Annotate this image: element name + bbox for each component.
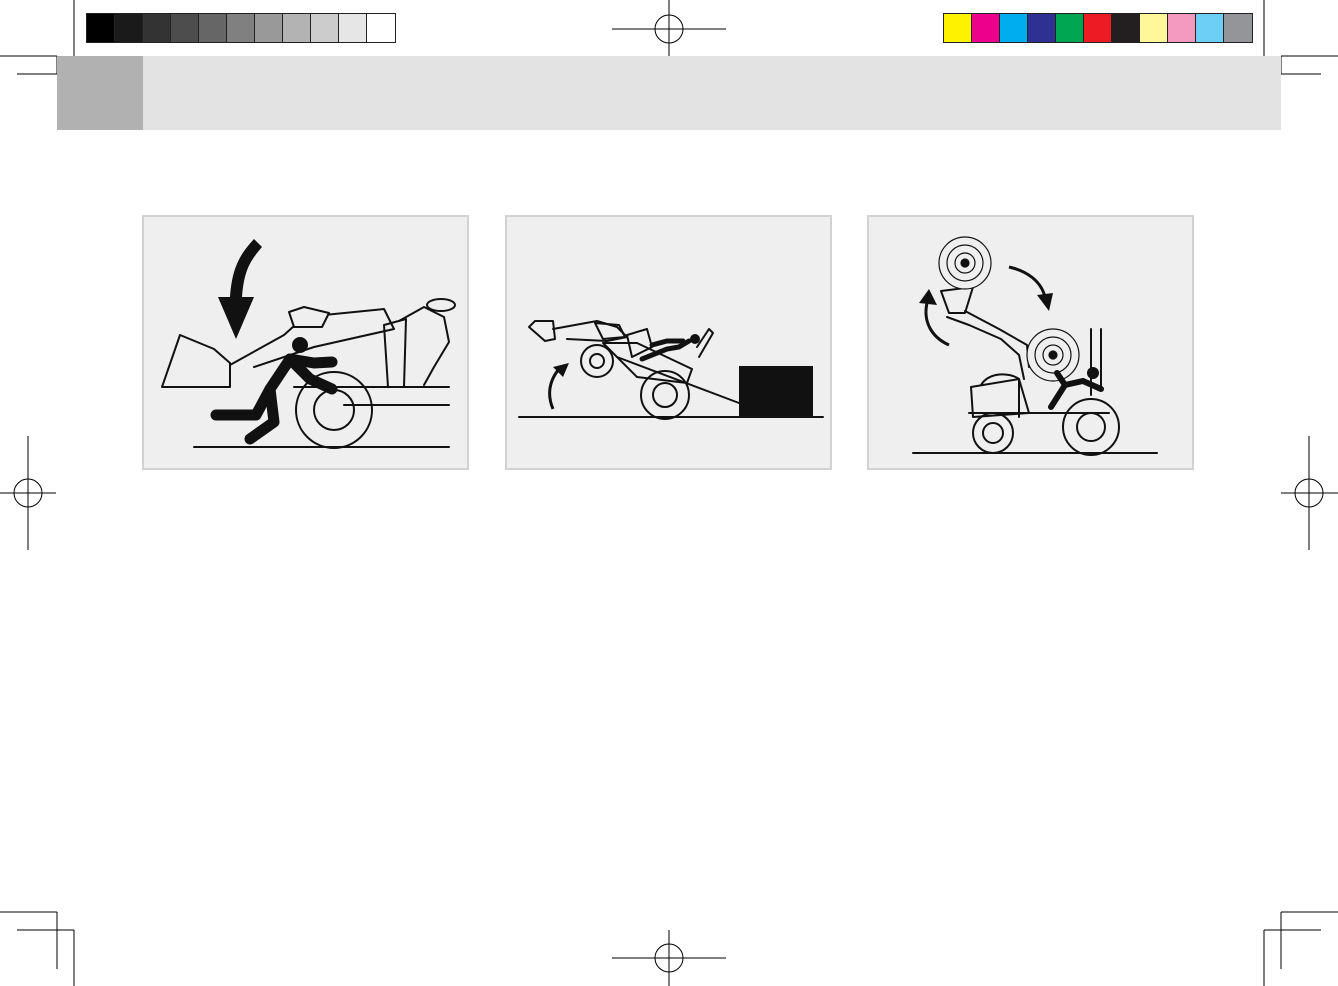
color-swatch: [283, 14, 311, 42]
illustration-panel-rollover-hazard: [505, 215, 832, 470]
bale-falling-on-operator-icon: [912, 236, 1158, 456]
color-swatch: [255, 14, 283, 42]
color-swatch: [367, 14, 395, 42]
color-swatch: [1028, 14, 1056, 42]
color-swatch: [1140, 14, 1168, 42]
color-swatch: [227, 14, 255, 42]
color-swatch: [1196, 14, 1224, 42]
process-color-bar: [943, 13, 1253, 43]
color-swatch: [171, 14, 199, 42]
color-swatch: [944, 14, 972, 42]
header-tab-marker: [57, 56, 143, 130]
grayscale-color-bar: [86, 13, 396, 43]
color-swatch: [1056, 14, 1084, 42]
color-swatch: [87, 14, 115, 42]
color-swatch: [311, 14, 339, 42]
color-swatch: [1112, 14, 1140, 42]
color-swatch: [1224, 14, 1252, 42]
color-swatch: [339, 14, 367, 42]
color-swatch: [143, 14, 171, 42]
color-swatch: [1168, 14, 1196, 42]
color-swatch: [972, 14, 1000, 42]
illustration-panel-falling-load-hazard: [867, 215, 1194, 470]
color-swatch: [115, 14, 143, 42]
header-band: [57, 56, 1281, 130]
color-swatch: [199, 14, 227, 42]
bucket-falling-on-person-icon: [161, 239, 456, 449]
tractor-tipping-backward-icon: [518, 320, 824, 420]
color-swatch: [1084, 14, 1112, 42]
illustration-panel-crushing-hazard: [142, 215, 469, 470]
color-swatch: [1000, 14, 1028, 42]
